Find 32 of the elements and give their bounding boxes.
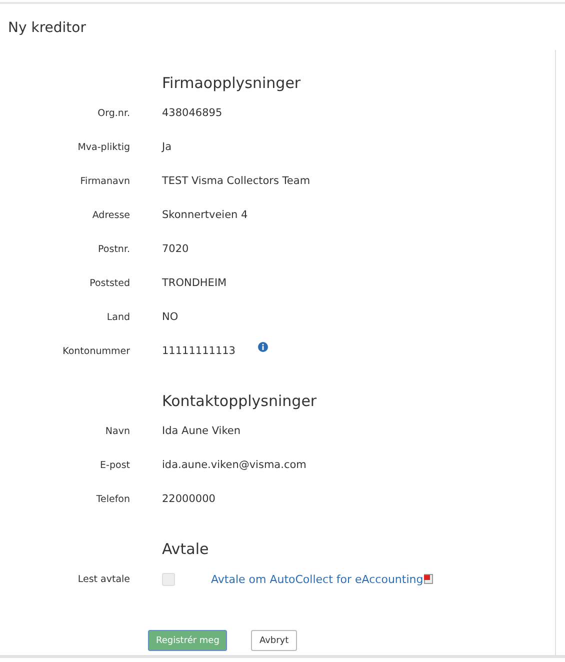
field-value: Ida Aune Viken (162, 425, 241, 437)
field-label: Lest avtale (76, 574, 130, 584)
field-label: E-post (99, 460, 130, 470)
field-value: 11111111113 (162, 345, 236, 357)
field-label: Poststed (88, 278, 130, 288)
field-label: Kontonummer (62, 346, 130, 356)
cancel-button[interactable]: Avbryt (251, 630, 297, 651)
field-label: Firmanavn (79, 176, 130, 186)
field-value: NO (162, 311, 178, 323)
field-label: Land (106, 312, 130, 322)
field-label: Telefon (95, 494, 130, 504)
page-title: Ny kreditor (7, 19, 87, 38)
section-heading: Firmaopplysninger (162, 73, 302, 92)
field-value: 438046895 (162, 107, 222, 119)
agreement-link[interactable]: Avtale om AutoCollect for eAccounting (211, 572, 424, 586)
field-value: ida.aune.viken@visma.com (162, 459, 306, 471)
field-label: Adresse (91, 210, 130, 220)
section-heading: Kontaktopplysninger (162, 391, 318, 410)
field-value: Skonnertveien 4 (162, 209, 248, 221)
field-value: 7020 (162, 243, 189, 255)
field-value: Ja (162, 141, 172, 153)
field-label: Navn (104, 426, 130, 436)
field-value: TEST Visma Collectors Team (162, 175, 310, 187)
field-value: TRONDHEIM (162, 277, 227, 289)
checkbox[interactable] (162, 572, 175, 586)
field-value: 22000000 (162, 493, 216, 505)
pdf-icon (424, 574, 434, 584)
field-label: Mva-pliktig (76, 142, 130, 152)
field-label: Org.nr. (96, 108, 130, 118)
field-label: Postnr. (97, 244, 130, 254)
section-heading: Avtale (162, 539, 210, 558)
info-icon[interactable] (258, 342, 268, 352)
